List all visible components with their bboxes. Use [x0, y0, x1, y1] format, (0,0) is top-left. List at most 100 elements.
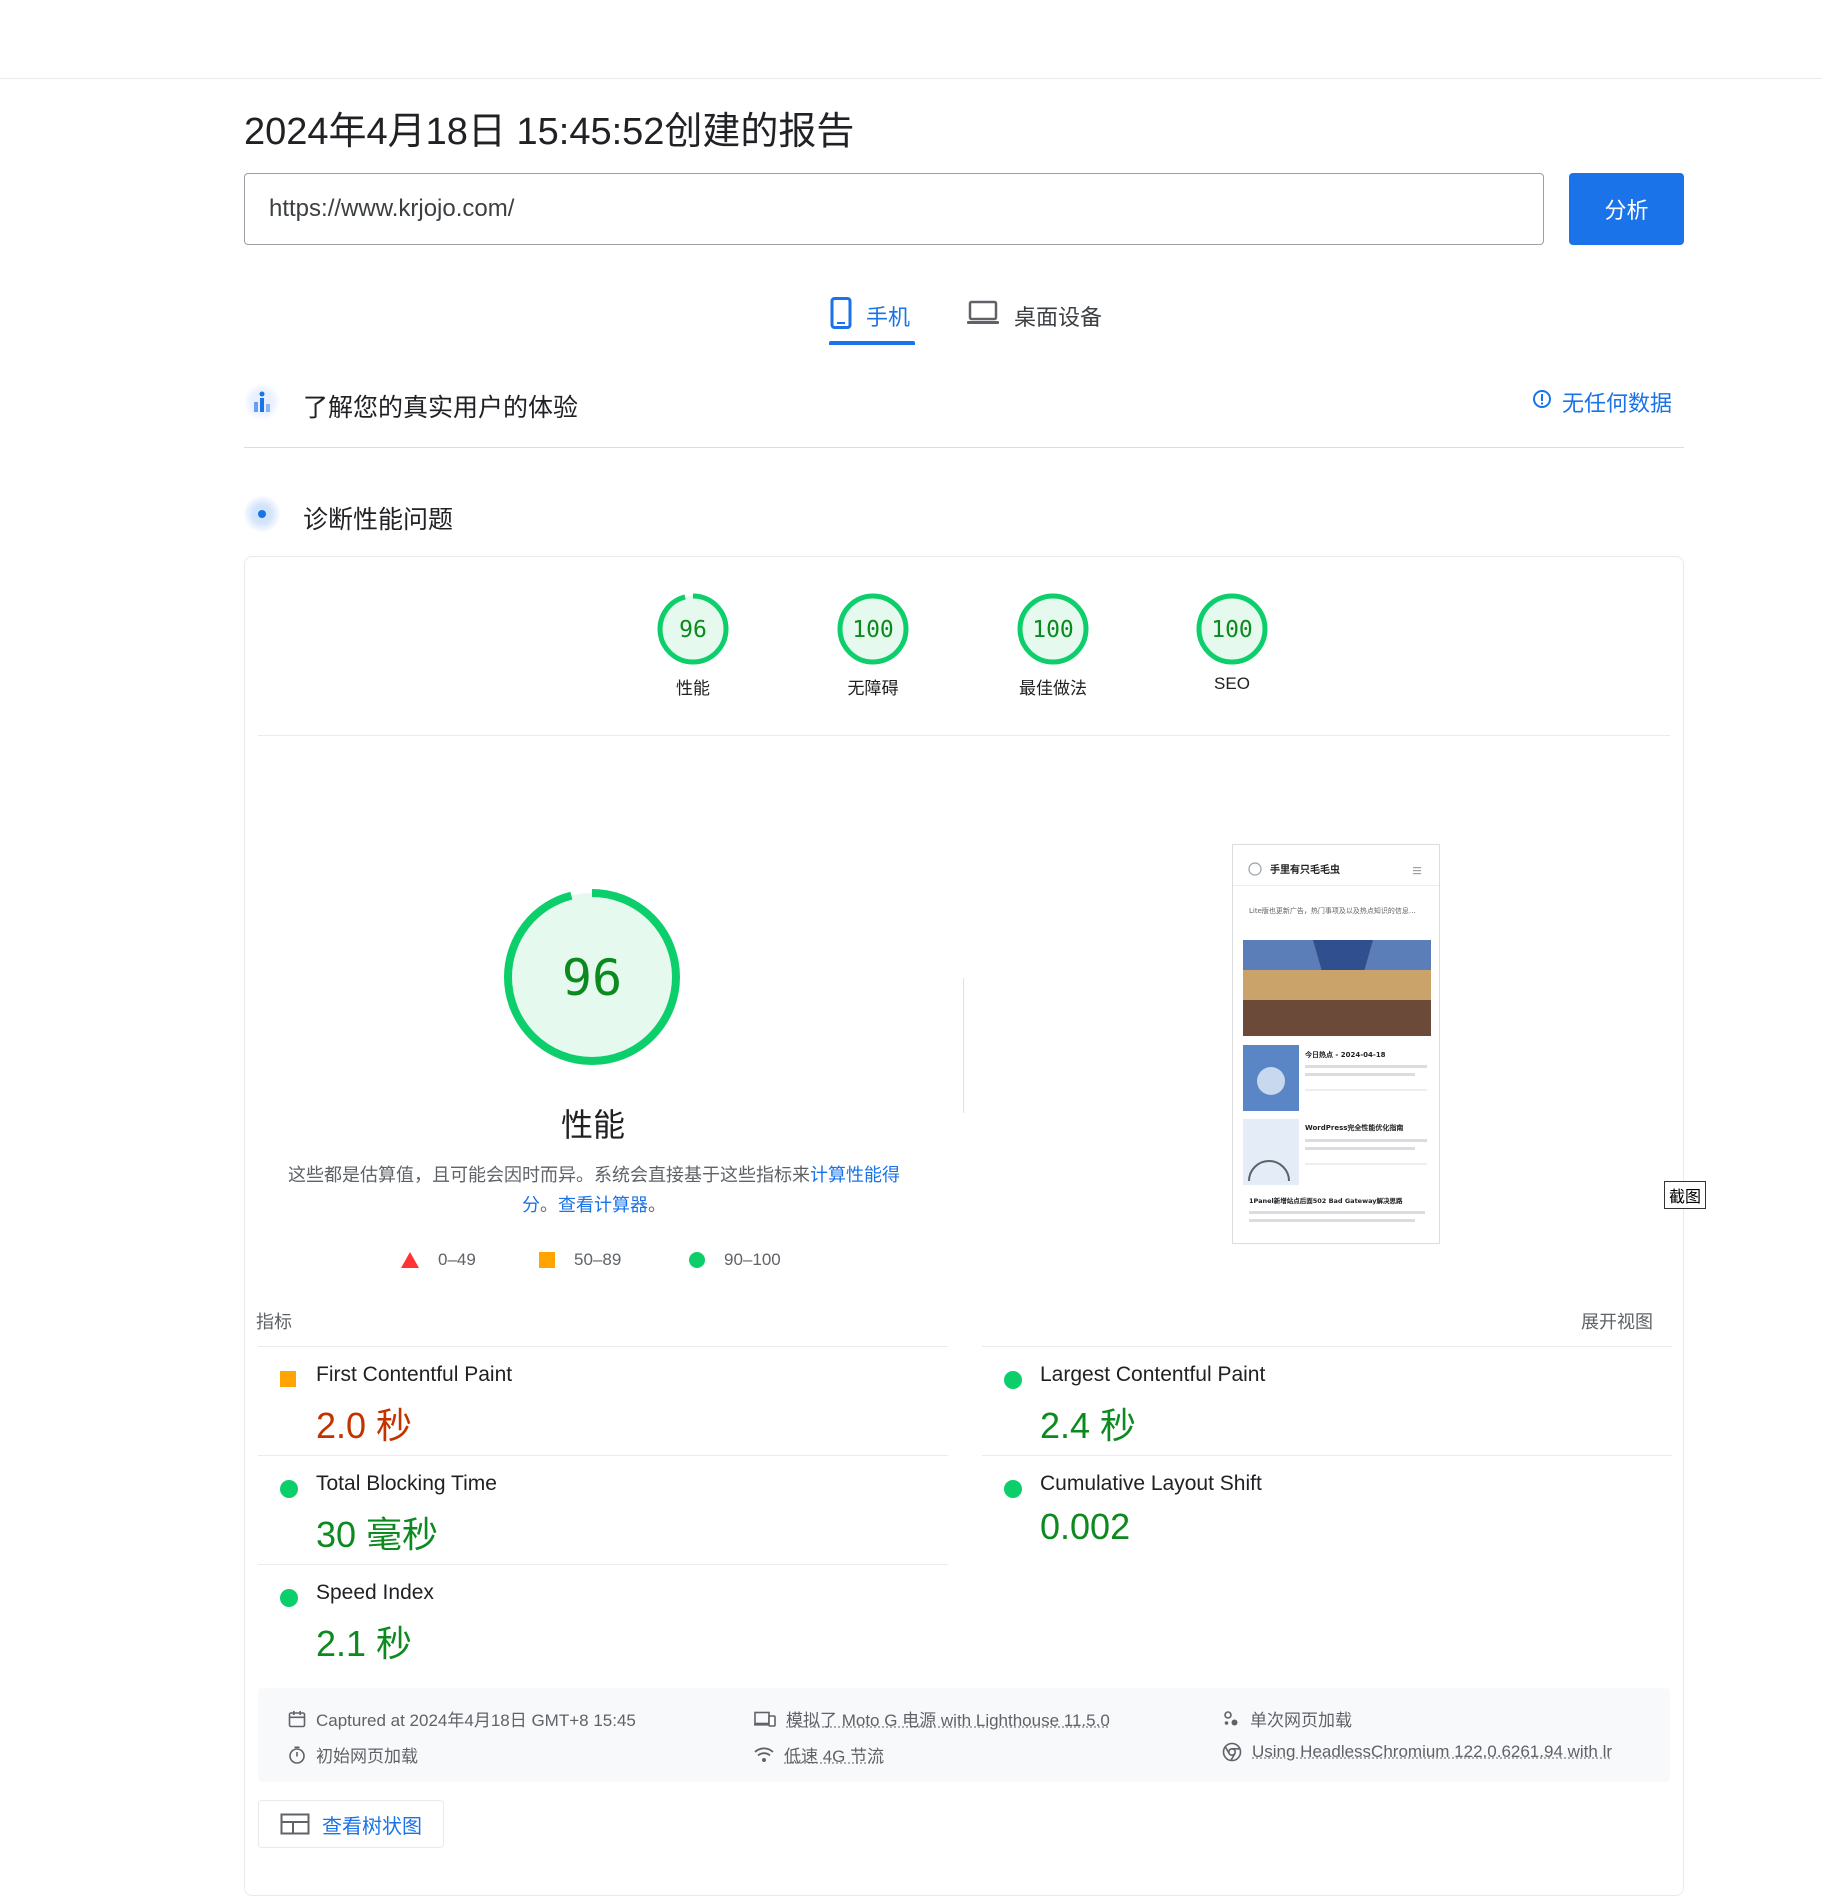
category-label: 无障碍 [783, 674, 963, 699]
shot-post1-title: 今日热点 - 2024-04-18 [1304, 1050, 1386, 1059]
signal-icon [754, 1747, 774, 1763]
metric-cls: Cumulative Layout Shift 0.002 [982, 1455, 1672, 1564]
desc-text: 。 [540, 1195, 558, 1215]
metric-value: 30 毫秒 [316, 1506, 438, 1558]
throttling-text: 低速 4G 节流 [784, 1742, 884, 1767]
pass-circle-icon [1004, 1480, 1022, 1498]
section-divider [244, 447, 1684, 448]
metric-title: Cumulative Layout Shift [1040, 1472, 1262, 1496]
url-input[interactable] [244, 173, 1544, 245]
emulated-device[interactable]: 模拟了 Moto G 电源 with Lighthouse 11.5.0 [754, 1706, 1110, 1731]
desc-text: 这些都是估算值，且可能会因时而异。系统会直接基于这些指标来 [288, 1165, 810, 1185]
smartphone-icon [830, 297, 852, 335]
shot-post3-title: 1Panel新增站点后面502 Bad Gateway解决思路 [1249, 1196, 1403, 1205]
expand-view-toggle[interactable]: 展开视图 [1581, 1308, 1653, 1334]
field-data-title: 了解您的真实用户的体验 [303, 388, 578, 424]
users-chart-icon [244, 384, 280, 420]
metric-lcp: Largest Contentful Paint 2.4 秒 [982, 1346, 1672, 1455]
browser-version[interactable]: Using HeadlessChromium 122.0.6261.94 wit… [1222, 1742, 1612, 1762]
best-practices-gauge: 100 [1016, 592, 1090, 666]
tab-mobile-label: 手机 [866, 300, 910, 332]
shot-notice: Lite版也更新广告，热门事项及以及热点知识的信息… [1249, 906, 1416, 915]
initial-load-text: 初始网页加载 [316, 1742, 418, 1767]
session-icon [1222, 1710, 1240, 1728]
metric-value: 2.0 秒 [316, 1397, 412, 1449]
screenshot-image: 手里有只毛毛虫 Lite版也更新广告，热门事项及以及热点知识的信息… 今日热点 … [1233, 845, 1440, 1244]
active-tab-indicator [829, 341, 915, 345]
lab-diagnose-icon [244, 496, 280, 532]
desc-text: 。 [648, 1195, 666, 1215]
shot-post2-title: WordPress完全性能优化指南 [1305, 1123, 1403, 1132]
screenshot-tag: 截图 [1664, 1181, 1706, 1209]
seo-gauge: 100 [1195, 592, 1269, 666]
initial-load: 初始网页加载 [288, 1742, 418, 1767]
legend-fail: 0–49 [400, 1250, 476, 1270]
category-label: 最佳做法 [963, 674, 1143, 699]
captured-at: Captured at 2024年4月18日 GMT+8 15:45 [288, 1706, 636, 1731]
tab-desktop[interactable]: 桌面设备 [966, 288, 1102, 344]
category-label: 性能 [603, 674, 783, 699]
metric-title: Largest Contentful Paint [1040, 1363, 1265, 1387]
vertical-divider [963, 978, 964, 1113]
pass-circle-icon [280, 1589, 298, 1607]
metric-value: 0.002 [1040, 1506, 1130, 1548]
pass-circle-icon [688, 1251, 706, 1269]
metric-si: Speed Index 2.1 秒 [258, 1564, 948, 1673]
single-page-load: 单次网页加载 [1222, 1706, 1352, 1731]
analyze-button[interactable]: 分析 [1569, 173, 1684, 245]
legend-range: 90–100 [724, 1250, 781, 1270]
metric-fcp: First Contentful Paint 2.0 秒 [258, 1346, 948, 1455]
no-data-label: 无任何数据 [1562, 386, 1672, 418]
tab-desktop-label: 桌面设备 [1014, 300, 1102, 332]
accessibility-gauge: 100 [836, 592, 910, 666]
metric-title: Speed Index [316, 1581, 434, 1605]
accessibility-score: 100 [852, 617, 894, 643]
pass-circle-icon [280, 1480, 298, 1498]
browser-text: Using HeadlessChromium 122.0.6261.94 wit… [1252, 1742, 1612, 1762]
category-best-practices[interactable]: 100 最佳做法 [963, 592, 1143, 699]
no-data-link[interactable]: 无任何数据 [1532, 386, 1672, 418]
shot-site-name: 手里有只毛毛虫 [1270, 863, 1340, 876]
legend-average: 50–89 [538, 1250, 621, 1270]
top-bar [0, 0, 1822, 79]
page-screenshot[interactable]: 手里有只毛毛虫 Lite版也更新广告，热门事项及以及热点知识的信息… 今日热点 … [1232, 844, 1440, 1244]
timer-icon [288, 1746, 306, 1764]
performance-score-large: 96 [562, 949, 622, 1007]
run-info-panel: Captured at 2024年4月18日 GMT+8 15:45 初始网页加… [258, 1688, 1670, 1782]
emulated-text: 模拟了 Moto G 电源 with Lighthouse 11.5.0 [786, 1706, 1110, 1731]
treemap-icon [280, 1813, 310, 1835]
metrics-header: 指标 [256, 1308, 292, 1334]
network-throttling[interactable]: 低速 4G 节流 [754, 1742, 884, 1767]
metric-title: First Contentful Paint [316, 1363, 512, 1387]
best-practices-score: 100 [1032, 617, 1074, 643]
legend-range: 50–89 [574, 1250, 621, 1270]
category-divider [258, 735, 1670, 736]
legend-range: 0–49 [438, 1250, 476, 1270]
laptop-icon [966, 300, 1000, 332]
performance-gauge: 96 [656, 592, 730, 666]
devices-icon [754, 1711, 776, 1727]
report-title: 2024年4月18日 15:45:52创建的报告 [244, 100, 854, 155]
fail-triangle-icon [400, 1251, 420, 1269]
average-square-icon [280, 1371, 296, 1387]
single-load-text: 单次网页加载 [1250, 1706, 1352, 1731]
info-icon [1532, 389, 1552, 415]
calculator-link[interactable]: 查看计算器 [558, 1195, 648, 1215]
category-accessibility[interactable]: 100 无障碍 [783, 592, 963, 699]
calendar-icon [288, 1710, 306, 1728]
legend-pass: 90–100 [688, 1250, 781, 1270]
metric-value: 2.1 秒 [316, 1615, 412, 1667]
category-label: SEO [1142, 674, 1322, 694]
view-treemap-button[interactable]: 查看树状图 [258, 1800, 444, 1848]
category-performance[interactable]: 96 性能 [603, 592, 783, 699]
seo-score: 100 [1211, 617, 1253, 643]
performance-score-small: 96 [679, 617, 707, 643]
performance-title: 性能 [513, 1100, 673, 1146]
performance-big-gauge: 96 [500, 885, 684, 1069]
metric-tbt: Total Blocking Time 30 毫秒 [258, 1455, 948, 1564]
tab-mobile[interactable]: 手机 [830, 288, 910, 344]
pass-circle-icon [1004, 1371, 1022, 1389]
metric-value: 2.4 秒 [1040, 1397, 1136, 1449]
category-seo[interactable]: 100 SEO [1142, 592, 1322, 694]
chrome-icon [1222, 1742, 1242, 1762]
